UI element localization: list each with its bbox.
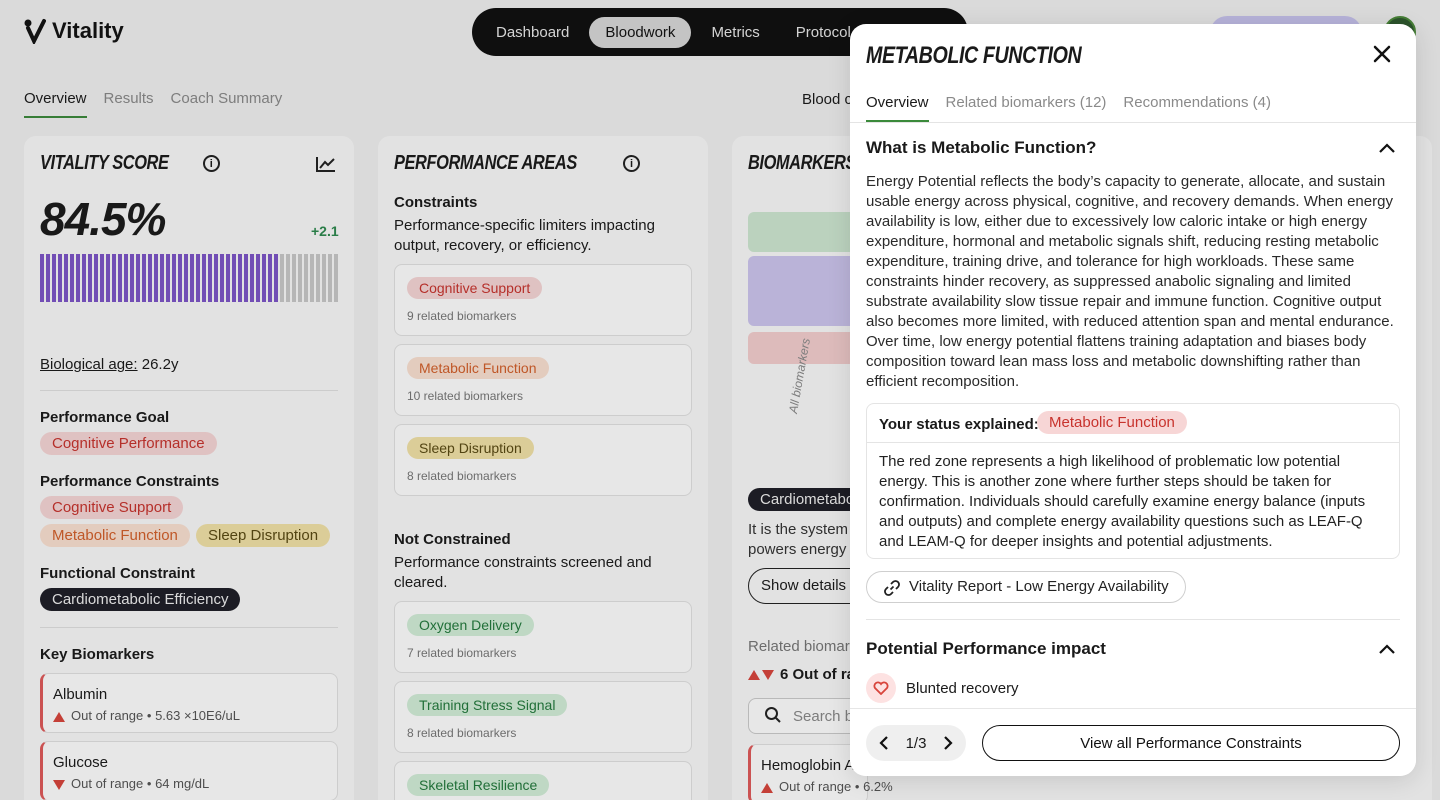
chevron-up-icon[interactable] bbox=[1378, 643, 1396, 655]
impact-heading[interactable]: Potential Performance impact bbox=[866, 639, 1106, 659]
status-box: Your status explained: Metabolic Functio… bbox=[866, 403, 1400, 559]
modal-footer: 1/3 View all Performance Constraints bbox=[850, 708, 1416, 776]
report-link-label: Vitality Report - Low Energy Availabilit… bbox=[909, 578, 1169, 595]
link-icon bbox=[884, 580, 900, 596]
metabolic-function-modal: METABOLIC FUNCTION Overview Related biom… bbox=[850, 24, 1416, 776]
tab-recommendations[interactable]: Recommendations (4) bbox=[1123, 94, 1271, 122]
pager: 1/3 bbox=[866, 725, 966, 761]
chevron-left-icon[interactable] bbox=[878, 735, 890, 751]
chevron-up-icon[interactable] bbox=[1378, 142, 1396, 154]
status-text: The red zone represents a high likelihoo… bbox=[879, 453, 1366, 550]
what-text: Energy Potential reflects the body’s cap… bbox=[866, 173, 1394, 390]
close-icon[interactable] bbox=[1370, 42, 1394, 66]
impact-label: Blunted recovery bbox=[906, 679, 1019, 697]
chevron-right-icon[interactable] bbox=[942, 735, 954, 751]
status-pill: Metabolic Function bbox=[1037, 411, 1187, 434]
view-all-button[interactable]: View all Performance Constraints bbox=[982, 725, 1400, 761]
status-label: Your status explained: bbox=[879, 416, 1039, 433]
what-heading[interactable]: What is Metabolic Function? bbox=[866, 138, 1096, 158]
modal-tabs: Overview Related biomarkers (12) Recomme… bbox=[866, 94, 1271, 122]
tab-overview[interactable]: Overview bbox=[866, 94, 929, 122]
modal-title: METABOLIC FUNCTION bbox=[866, 42, 1082, 69]
impact-item: Blunted recovery bbox=[866, 673, 1019, 703]
tab-related-biomarkers[interactable]: Related biomarkers (12) bbox=[946, 94, 1107, 122]
pager-label: 1/3 bbox=[905, 734, 927, 752]
report-link-button[interactable]: Vitality Report - Low Energy Availabilit… bbox=[866, 571, 1186, 603]
heart-icon bbox=[866, 673, 896, 703]
